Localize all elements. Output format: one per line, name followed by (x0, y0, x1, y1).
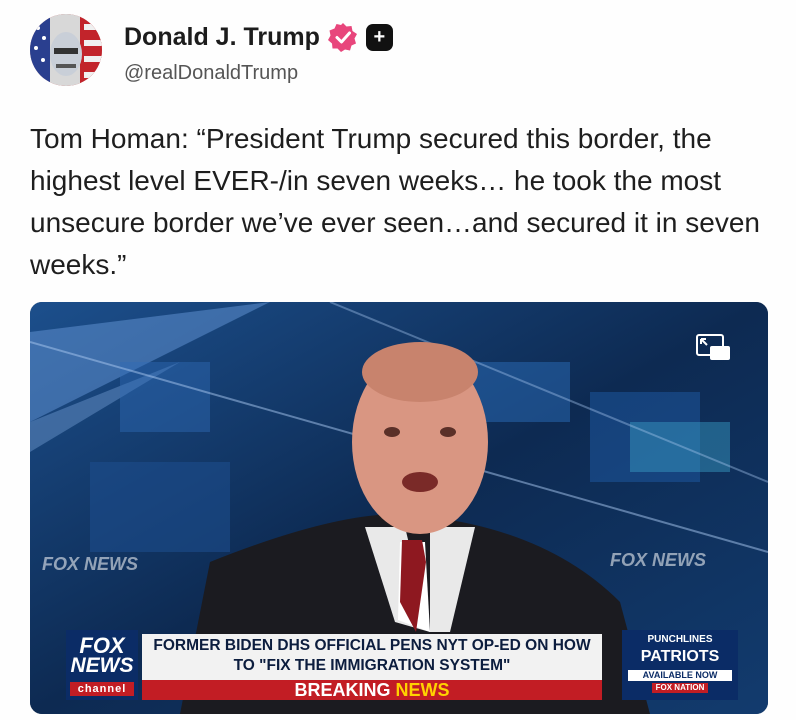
promo-line4: FOX NATION (652, 683, 708, 693)
watermark-right: FOX NEWS (610, 550, 707, 570)
news-chyron: FOX NEWS channel FORMER BIDEN DHS OFFICI… (66, 630, 738, 700)
author-handle[interactable]: @realDonaldTrump (124, 62, 298, 85)
promo-line3: AVAILABLE NOW (628, 670, 732, 681)
breaking-word: BREAKING (294, 680, 391, 700)
logo-line1: FOX (79, 633, 125, 658)
promo-line1: PUNCHLINES (647, 634, 713, 645)
chyron-headline: FORMER BIDEN DHS OFFICIAL PENS NYT OP-ED… (142, 634, 602, 680)
picture-in-picture-icon[interactable] (696, 334, 732, 362)
promo-line2: PATRIOTS (640, 648, 720, 665)
breaking-news-banner: BREAKING NEWS (142, 680, 602, 700)
author-name[interactable]: Donald J. Trump (124, 23, 320, 52)
news-word: NEWS (395, 680, 450, 700)
post-header: Donald J. Trump + @realDonaldTrump (30, 14, 766, 88)
logo-line3: channel (70, 682, 134, 696)
post-text: Tom Homan: “President Trump secured this… (30, 123, 760, 280)
avatar[interactable] (30, 14, 102, 86)
plus-badge-icon: + (365, 23, 393, 51)
promo-box: PUNCHLINES PATRIOTS AVAILABLE NOW FOX NA… (622, 630, 738, 700)
watermark-left: FOX NEWS (42, 554, 139, 574)
fox-news-logo: FOX NEWS channel (66, 630, 138, 700)
verified-badge-icon (327, 22, 358, 52)
video-player[interactable]: FOX NEWS FOX NEWS FOX NEWS channel FORME… (30, 302, 768, 714)
logo-line2: NEWS (70, 654, 134, 677)
